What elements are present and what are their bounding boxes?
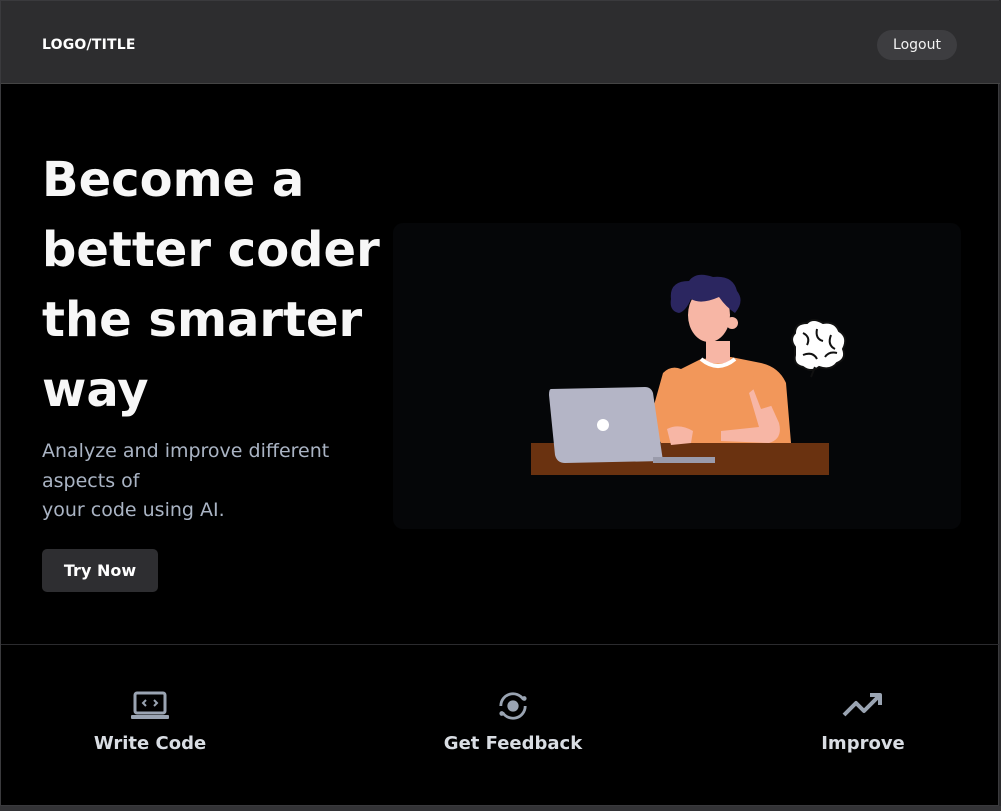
feedback-eye-icon	[499, 692, 527, 720]
window-bottom-edge	[0, 806, 1001, 811]
feature-label: Write Code	[93, 733, 207, 754]
logo-title[interactable]: LOGO/TITLE	[42, 37, 136, 53]
trending-up-icon	[842, 693, 882, 717]
laptop-code-icon	[131, 691, 169, 719]
laptop-logo	[597, 419, 609, 431]
person-neck	[706, 341, 730, 363]
section-divider	[1, 644, 1000, 645]
laptop-base	[653, 457, 715, 463]
app-frame: LOGO/TITLE Logout Become a better coder …	[0, 0, 1000, 806]
brain-icon	[791, 319, 847, 378]
hero-subtitle-line: your code using AI.	[42, 499, 225, 521]
coder-illustration	[531, 274, 847, 475]
feature-improve[interactable]: Improve	[763, 691, 963, 754]
hero-subtitle-line: aspects of	[42, 469, 140, 492]
person-hand	[667, 426, 693, 445]
hero-subtitle-line: Analyze and improve different	[42, 440, 330, 462]
logout-button[interactable]: Logout	[877, 30, 957, 60]
feature-write-code[interactable]: Write Code	[50, 691, 250, 754]
hero-title: Become a better coder the smarter way	[42, 152, 380, 418]
feature-get-feedback[interactable]: Get Feedback	[413, 691, 613, 754]
feature-label: Get Feedback	[443, 733, 583, 754]
try-now-button[interactable]: Try Now	[42, 549, 158, 592]
feature-label: Improve	[821, 733, 905, 754]
hero-subtitle: Analyze and improve different aspects of…	[42, 437, 342, 526]
top-navbar: LOGO/TITLE Logout	[1, 1, 1000, 84]
person-ear	[726, 317, 738, 329]
